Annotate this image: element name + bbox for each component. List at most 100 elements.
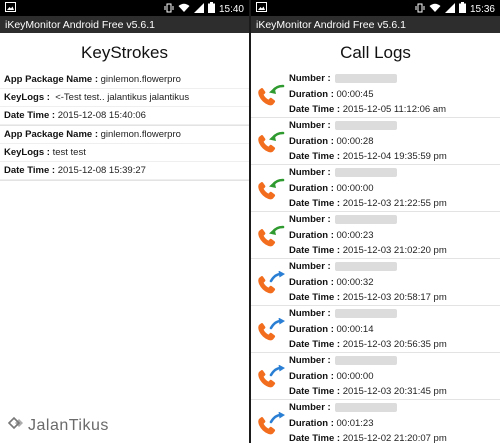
datetime-value: 2015-12-03 21:02:20 pm	[342, 245, 447, 256]
number-label: Number :	[289, 214, 331, 225]
duration-label: Duration :	[289, 370, 334, 382]
datetime-label: Date Time :	[289, 198, 341, 209]
datetime-label: Date Time :	[289, 104, 341, 115]
duration-label: Duration :	[289, 135, 334, 147]
datetime-value: 2015-12-03 20:56:35 pm	[342, 339, 447, 350]
datetime-value: 2015-12-03 20:58:17 pm	[342, 292, 447, 303]
vibrate-icon	[164, 3, 174, 16]
number-label: Number :	[289, 402, 331, 413]
datetime-label: Date Time :	[4, 165, 56, 176]
jalantikus-logo-icon	[6, 414, 24, 437]
signal-icon	[193, 2, 204, 16]
status-bar: 15:40	[0, 0, 249, 16]
call-log-item[interactable]: Number : Duration : 00:00:00 Date Time : 2…	[251, 165, 500, 212]
call-log-item[interactable]: Number : Duration : 00:00:23 Date Time : 2…	[251, 212, 500, 259]
redacted-number	[334, 120, 397, 130]
datetime-value: 2015-12-04 19:35:59 pm	[342, 151, 447, 162]
status-time: 15:36	[469, 3, 495, 15]
duration-label: Duration :	[289, 323, 334, 335]
incoming-call-icon	[256, 224, 286, 248]
datetime-value: 2015-12-03 20:31:45 pm	[342, 386, 447, 397]
call-log-item[interactable]: Number : Duration : 00:00:45 Date Time : 2…	[251, 71, 500, 118]
duration-value: 00:00:45	[336, 88, 374, 100]
page-title: Call Logs	[340, 43, 411, 62]
call-log-item[interactable]: Number : Duration : 00:00:00 Date Time : 2…	[251, 353, 500, 400]
call-log-item[interactable]: Number : Duration : 00:00:14 Date Time : 2…	[251, 306, 500, 353]
duration-label: Duration :	[289, 417, 334, 429]
battery-icon	[207, 2, 215, 16]
number-label: Number :	[289, 167, 331, 178]
duration-value: 00:00:23	[336, 229, 374, 241]
call-log-item[interactable]: Number : Duration : 00:01:23 Date Time : 2…	[251, 400, 500, 443]
wifi-icon	[429, 3, 441, 16]
datetime-value: 2015-12-03 21:22:55 pm	[342, 198, 447, 209]
signal-icon	[444, 2, 455, 16]
package-label: App Package Name :	[4, 74, 98, 85]
duration-value: 00:00:00	[336, 182, 374, 194]
datetime-value: 2015-12-08 15:39:27	[57, 165, 146, 176]
duration-label: Duration :	[289, 88, 334, 100]
keylogs-value: <-Test test.. jalantikus jalantikus	[55, 92, 190, 103]
redacted-number	[334, 167, 397, 177]
package-value: ginlemon.flowerpro	[100, 129, 181, 140]
duration-label: Duration :	[289, 182, 334, 194]
page-title: KeyStrokes	[81, 43, 168, 62]
wifi-icon	[178, 3, 190, 16]
redacted-number	[334, 73, 397, 83]
duration-value: 00:00:28	[336, 135, 374, 147]
call-log-item[interactable]: Number : Duration : 00:00:32 Date Time : 2…	[251, 259, 500, 306]
image-icon	[5, 2, 16, 15]
call-log-list: Number : Duration : 00:00:45 Date Time : 2…	[251, 71, 500, 443]
keylogs-label: KeyLogs :	[4, 92, 50, 103]
datetime-label: Date Time :	[289, 386, 341, 397]
app-title-bar: iKeyMonitor Android Free v5.6.1	[251, 16, 500, 33]
datetime-value: 2015-12-02 21:20:07 pm	[342, 433, 447, 443]
call-logs-screen: 15:36 iKeyMonitor Android Free v5.6.1 Ca…	[251, 0, 500, 443]
outgoing-call-icon	[256, 364, 286, 389]
battery-icon	[458, 2, 466, 16]
duration-label: Duration :	[289, 276, 334, 288]
outgoing-call-icon	[256, 411, 286, 436]
datetime-label: Date Time :	[289, 433, 341, 443]
datetime-label: Date Time :	[289, 292, 341, 303]
watermark-text: JalanTikus	[28, 416, 109, 434]
datetime-label: Date Time :	[289, 245, 341, 256]
vibrate-icon	[415, 3, 425, 16]
keystrokes-screen: 15:40 iKeyMonitor Android Free v5.6.1 Ke…	[0, 0, 249, 443]
redacted-number	[334, 402, 397, 412]
duration-value: 00:00:32	[336, 276, 374, 288]
datetime-value: 2015-12-05 11:12:06 am	[342, 104, 447, 115]
call-log-item[interactable]: Number : Duration : 00:00:28 Date Time : 2…	[251, 118, 500, 165]
outgoing-call-icon	[256, 270, 286, 295]
package-label: App Package Name :	[4, 129, 98, 140]
outgoing-call-icon	[256, 317, 286, 342]
redacted-number	[334, 355, 397, 365]
number-label: Number :	[289, 73, 331, 84]
datetime-label: Date Time :	[289, 151, 341, 162]
incoming-call-icon	[256, 177, 286, 201]
duration-label: Duration :	[289, 229, 334, 241]
image-icon	[256, 2, 267, 15]
keystroke-entry[interactable]: App Package Name : ginlemon.flowerpro Ke…	[0, 126, 249, 181]
status-bar: 15:36	[251, 0, 500, 16]
duration-value: 00:00:00	[336, 370, 374, 382]
status-time: 15:40	[218, 3, 244, 15]
incoming-call-icon	[256, 130, 286, 154]
watermark: JalanTikus	[6, 414, 109, 437]
number-label: Number :	[289, 120, 331, 131]
incoming-call-icon	[256, 83, 286, 107]
keystroke-entry[interactable]: App Package Name : ginlemon.flowerpro Ke…	[0, 71, 249, 126]
keylogs-label: KeyLogs :	[4, 147, 50, 158]
datetime-label: Date Time :	[289, 339, 341, 350]
keylogs-value: test test	[52, 147, 86, 158]
duration-value: 00:01:23	[336, 417, 374, 429]
app-title-bar: iKeyMonitor Android Free v5.6.1	[0, 16, 249, 33]
redacted-number	[334, 261, 397, 271]
number-label: Number :	[289, 308, 331, 319]
datetime-value: 2015-12-08 15:40:06	[57, 110, 146, 121]
number-label: Number :	[289, 355, 331, 366]
duration-value: 00:00:14	[336, 323, 374, 335]
package-value: ginlemon.flowerpro	[100, 74, 181, 85]
redacted-number	[334, 214, 397, 224]
number-label: Number :	[289, 261, 331, 272]
